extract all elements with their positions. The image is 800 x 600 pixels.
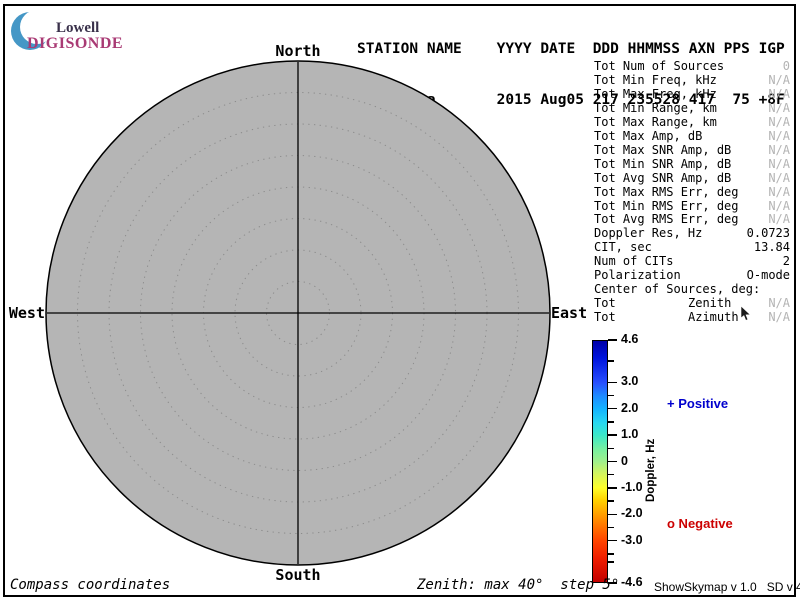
stat-label: Tot Max Range, km <box>594 116 717 130</box>
colorbar-major-tick <box>608 487 617 489</box>
colorbar-tick-label: 2.0 <box>621 401 638 415</box>
colorbar-major-tick <box>608 434 617 436</box>
footer-version-note: ShowSkymap v 1.0 SD v 4.2 <box>654 580 800 594</box>
colorbar-minor-tick <box>608 500 614 502</box>
colorbar-major-tick <box>608 339 617 341</box>
mouse-cursor-icon <box>740 306 751 322</box>
stat-row: Tot Num of Sources 0 <box>594 60 790 74</box>
stat-label: Tot Min Range, km <box>594 102 717 116</box>
stat-row: Doppler Res, Hz 0.0723 <box>594 227 790 241</box>
stat-label: Tot Min Freq, kHz <box>594 74 717 88</box>
colorbar-tick-label: -4.6 <box>621 575 643 589</box>
stat-row: Tot Max Amp, dB N/A <box>594 130 790 144</box>
stat-label: Tot Avg RMS Err, deg <box>594 213 739 227</box>
compass-label-east: East <box>551 304 587 322</box>
stat-row: Tot Max Range, km N/A <box>594 116 790 130</box>
colorbar-major-tick <box>608 514 617 516</box>
stat-label: Tot Min SNR Amp, dB <box>594 158 731 172</box>
colorbar-axis-title: Doppler, Hz <box>645 439 657 502</box>
stat-value: N/A <box>768 172 790 186</box>
stat-value: N/A <box>768 186 790 200</box>
compass-label-west: West <box>0 304 45 322</box>
stat-value: N/A <box>768 116 790 130</box>
compass-label-south: South <box>275 566 320 584</box>
stat-row: Tot Max Freq, kHz N/A <box>594 88 790 102</box>
stat-label: Doppler Res, Hz <box>594 227 702 241</box>
colorbar-tick-label: 4.6 <box>621 332 638 346</box>
stat-label: Tot Max RMS Err, deg <box>594 186 739 200</box>
stat-row: Tot Max SNR Amp, dB N/A <box>594 144 790 158</box>
colorbar-major-tick <box>608 382 617 384</box>
footer-coordinates-note: Compass coordinates <box>10 577 170 593</box>
colorbar-tick-label: -3.0 <box>621 533 643 547</box>
stat-label: Tot <box>594 297 616 311</box>
compass-label-north: North <box>275 42 320 60</box>
stat-label: Tot <box>594 311 616 325</box>
colorbar-tick-label: 0 <box>621 454 628 468</box>
stat-value: 13.84 <box>754 241 790 255</box>
stat-value: N/A <box>768 88 790 102</box>
stat-label: Tot Avg SNR Amp, dB <box>594 172 731 186</box>
stat-value: 0 <box>783 60 790 74</box>
colorbar-minor-tick <box>608 527 614 529</box>
colorbar-minor-tick <box>608 421 614 423</box>
stat-row: Center of Sources, deg: <box>594 283 790 297</box>
stat-row: Tot Avg RMS Err, deg N/A <box>594 213 790 227</box>
stat-value: N/A <box>768 102 790 116</box>
stat-row: Tot Zenith N/A <box>594 297 790 311</box>
stat-label: Tot Max Freq, kHz <box>594 88 717 102</box>
negative-doppler-legend: o Negative <box>667 516 733 531</box>
colorbar-gradient <box>592 340 608 583</box>
colorbar-minor-tick <box>608 360 614 362</box>
stat-row: Num of CITs 2 <box>594 255 790 269</box>
stat-label: Tot Max Amp, dB <box>594 130 702 144</box>
stat-label: Tot Num of Sources <box>594 60 724 74</box>
colorbar-tick-label: 3.0 <box>621 374 638 388</box>
stat-row: Tot Avg SNR Amp, dB N/A <box>594 172 790 186</box>
stat-label: Tot Min RMS Err, deg <box>594 200 739 214</box>
stat-value: N/A <box>768 213 790 227</box>
stat-value: O-mode <box>747 269 790 283</box>
stat-label: Polarization <box>594 269 681 283</box>
colorbar-minor-tick <box>608 474 614 476</box>
stat-value: N/A <box>768 200 790 214</box>
footer-zenith-note: Zenith: max 40° step 5° <box>417 577 619 593</box>
positive-doppler-legend: + Positive <box>667 396 728 411</box>
stat-value: N/A <box>768 144 790 158</box>
stat-row: Tot Max RMS Err, deg N/A <box>594 186 790 200</box>
stat-sublabel: Zenith <box>688 297 731 311</box>
colorbar-tick-label: -2.0 <box>621 506 643 520</box>
stats-panel: Tot Num of Sources0Tot Min Freq, kHzN/AT… <box>594 60 790 325</box>
stat-label: Tot Max SNR Amp, dB <box>594 144 731 158</box>
stat-value: 0.0723 <box>747 227 790 241</box>
stat-row: Tot Min RMS Err, deg N/A <box>594 200 790 214</box>
colorbar-minor-tick <box>608 553 614 555</box>
colorbar-major-tick <box>608 408 617 410</box>
stat-label: Center of Sources, deg: <box>594 283 760 297</box>
stat-value: N/A <box>768 297 790 311</box>
stat-value: N/A <box>768 130 790 144</box>
stat-row: Polarization O-mode <box>594 269 790 283</box>
colorbar-major-tick <box>608 461 617 463</box>
stat-label: CIT, sec <box>594 241 652 255</box>
colorbar-tick-label: 1.0 <box>621 427 638 441</box>
stat-row: Tot Min SNR Amp, dB N/A <box>594 158 790 172</box>
stat-row: Tot Min Range, km N/A <box>594 102 790 116</box>
stat-value: N/A <box>768 311 790 325</box>
colorbar-tick-label: -1.0 <box>621 480 643 494</box>
stat-label: Num of CITs <box>594 255 673 269</box>
colorbar-minor-tick <box>608 448 614 450</box>
colorbar-minor-tick <box>608 395 614 397</box>
stat-row: CIT, sec 13.84 <box>594 241 790 255</box>
colorbar-minor-tick <box>608 561 614 563</box>
colorbar-major-tick <box>608 540 617 542</box>
stat-row: Tot Azimuth N/A <box>594 311 790 325</box>
stat-row: Tot Min Freq, kHz N/A <box>594 74 790 88</box>
stat-value: N/A <box>768 158 790 172</box>
stat-value: 2 <box>783 255 790 269</box>
colorbar: 4.63.02.01.00-1.0-2.0-3.0-4.6 Doppler, H… <box>592 340 792 590</box>
stat-sublabel: Azimuth <box>688 311 739 325</box>
stat-value: N/A <box>768 74 790 88</box>
